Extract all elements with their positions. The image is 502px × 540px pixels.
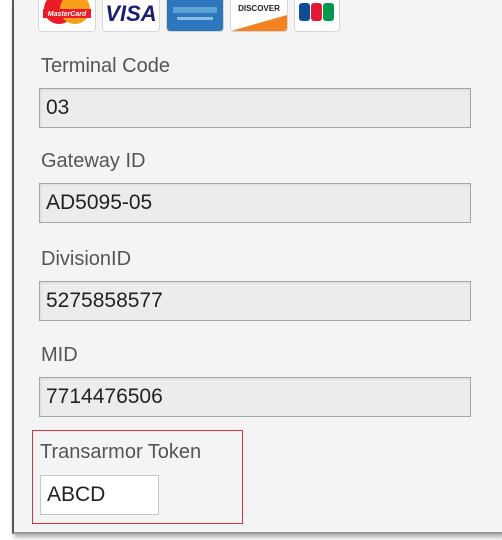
terminal-code-label: Terminal Code: [41, 55, 170, 77]
jcb-icon: [294, 0, 340, 32]
division-id-field[interactable]: 5275858577: [39, 281, 471, 321]
svg-text:VISA: VISA: [105, 1, 156, 26]
mastercard-icon: MasterCard: [38, 0, 96, 32]
transarmor-token-input[interactable]: ABCD: [40, 475, 159, 515]
card-logos: MasterCard VISA DISCOVER: [38, 0, 340, 32]
mid-field[interactable]: 7714476506: [39, 377, 471, 417]
gateway-id-field[interactable]: AD5095-05: [39, 183, 471, 223]
visa-icon: VISA: [102, 0, 160, 32]
mid-label: MID: [41, 344, 78, 366]
transarmor-token-highlight: Transarmor Token ABCD: [32, 430, 243, 524]
discover-icon: DISCOVER: [230, 0, 288, 32]
payment-settings-panel: MasterCard VISA DISCOVER Terminal Code 0…: [12, 0, 502, 534]
terminal-code-field[interactable]: 03: [39, 88, 471, 128]
gateway-id-label: Gateway ID: [41, 150, 146, 172]
svg-text:MasterCard: MasterCard: [48, 11, 87, 18]
transarmor-token-label: Transarmor Token: [40, 441, 202, 463]
division-id-label: DivisionID: [41, 248, 132, 270]
amex-icon: [166, 0, 224, 32]
svg-text:DISCOVER: DISCOVER: [238, 4, 280, 13]
